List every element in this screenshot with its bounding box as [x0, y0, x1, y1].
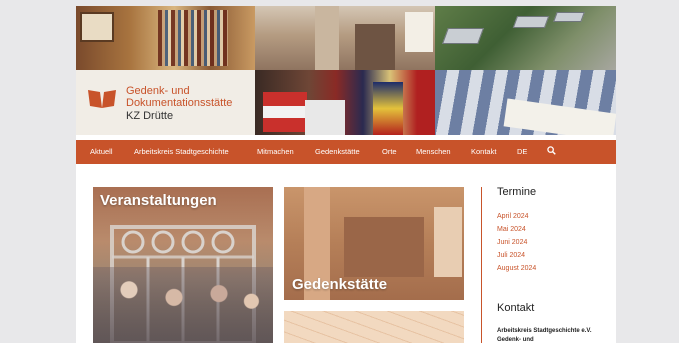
nav-item-orte[interactable]: Orte: [382, 147, 397, 156]
search-icon[interactable]: [547, 146, 556, 155]
logo-line-3: KZ Drütte: [126, 110, 174, 122]
logo-line-1: Gedenk- und: [126, 85, 190, 97]
sidebar-termine-heading: Termine: [497, 186, 537, 198]
photo-prisoner-uniform: [435, 70, 616, 135]
termin-link[interactable]: April 2024: [497, 213, 529, 220]
termin-link[interactable]: Juli 2024: [497, 252, 525, 259]
tile-map[interactable]: [284, 311, 464, 343]
nav-item-language[interactable]: DE: [517, 147, 527, 156]
sidebar-divider: [481, 187, 482, 343]
page: Gedenk- und Dokumentationsstätte KZ Drüt…: [76, 6, 616, 343]
photo-memorial-plates: [435, 6, 616, 70]
nav-item-aktuell[interactable]: Aktuell: [90, 147, 113, 156]
photo-hall: [255, 6, 435, 70]
kontakt-line: Arbeitskreis Stadtgeschichte e.V.: [497, 328, 592, 334]
termin-link[interactable]: Juni 2024: [497, 239, 527, 246]
photo-library: [76, 6, 255, 70]
nav-item-mitmachen[interactable]: Mitmachen: [257, 147, 294, 156]
main-nav: Aktuell Arbeitskreis Stadtgeschichte Mit…: [76, 140, 616, 164]
tile-gedenkstaette[interactable]: Gedenkstätte: [284, 187, 464, 300]
tile-title-veranstaltungen: Veranstaltungen: [100, 192, 217, 209]
nav-item-menschen[interactable]: Menschen: [416, 147, 451, 156]
book-icon: [88, 90, 116, 108]
sidebar-kontakt-heading: Kontakt: [497, 302, 535, 314]
photo-flags: [255, 70, 435, 135]
kontakt-line: Gedenk- und: [497, 337, 534, 343]
tile-veranstaltungen[interactable]: Veranstaltungen: [93, 187, 273, 343]
termin-link[interactable]: Mai 2024: [497, 226, 526, 233]
logo-line-2: Dokumentationsstätte: [126, 97, 233, 109]
tile-title-gedenkstaette: Gedenkstätte: [292, 276, 388, 293]
header-photo-collage: Gedenk- und Dokumentationsstätte KZ Drüt…: [76, 6, 616, 135]
nav-item-arbeitskreis[interactable]: Arbeitskreis Stadtgeschichte: [134, 147, 229, 156]
site-logo[interactable]: Gedenk- und Dokumentationsstätte KZ Drüt…: [76, 70, 255, 135]
nav-item-kontakt[interactable]: Kontakt: [471, 147, 496, 156]
nav-item-gedenkstaette[interactable]: Gedenkstätte: [315, 147, 360, 156]
crowd-image: [93, 267, 273, 343]
termin-link[interactable]: August 2024: [497, 265, 536, 272]
